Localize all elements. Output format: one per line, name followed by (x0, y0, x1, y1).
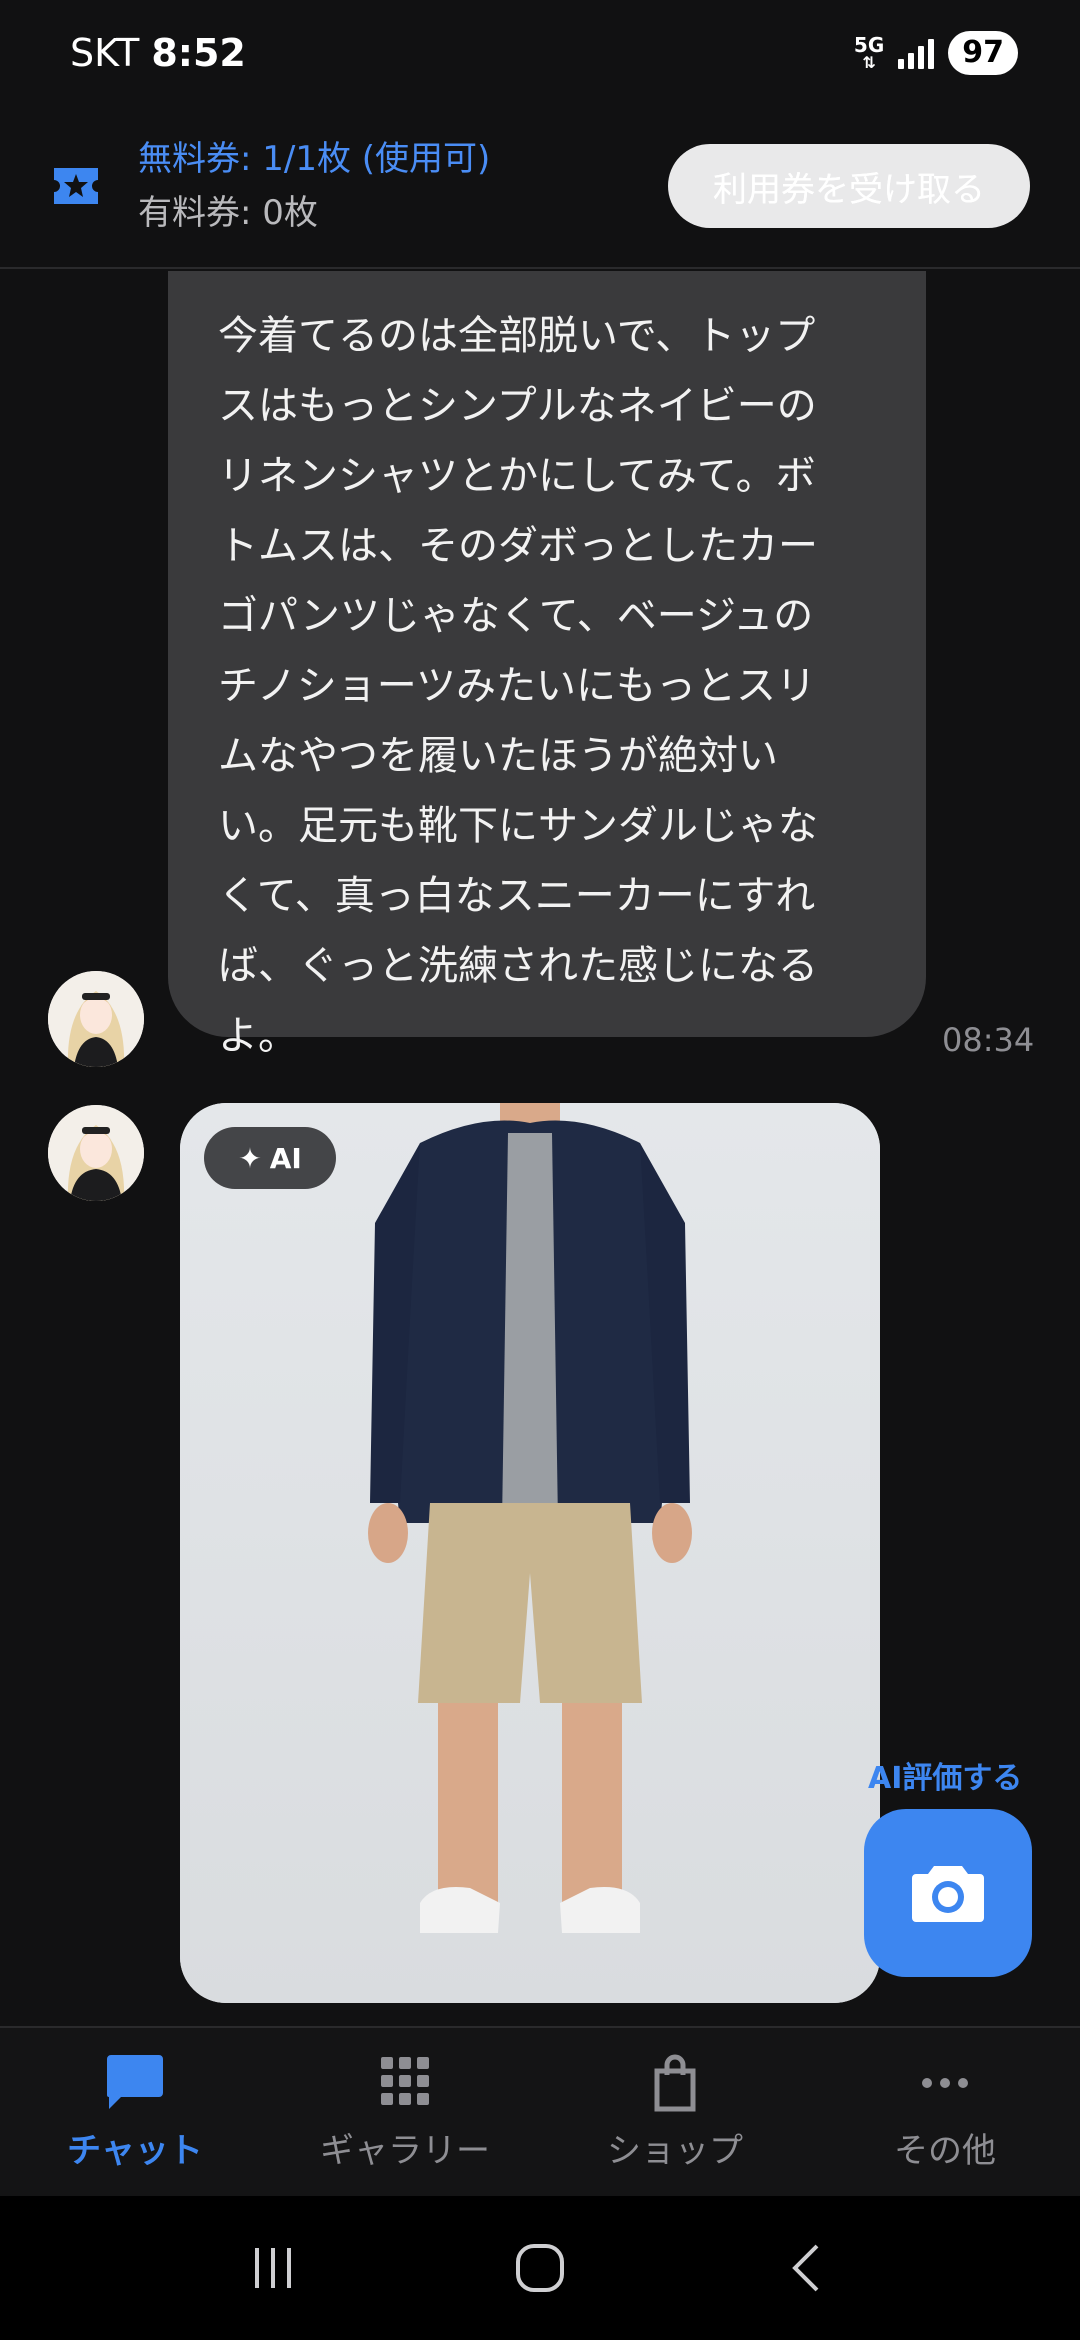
camera-button[interactable] (864, 1809, 1032, 1977)
outfit-illustration (180, 1103, 880, 2003)
bottom-navigation: チャット ギャラリー ショップ その他 (0, 2026, 1080, 2196)
more-dots-icon (922, 2077, 968, 2088)
nav-item-shop[interactable]: ショップ (540, 2028, 810, 2196)
chat-bubble-icon (107, 2054, 163, 2109)
camera-icon (912, 1866, 984, 1922)
app-screen: SKT 8:52 5G ⇅ 97 無料券: 1/1枚 (使用可) 有料券: 0枚… (0, 0, 1080, 2340)
nav-label-shop: ショップ (607, 2130, 743, 2171)
ai-badge-label: AI (269, 1141, 302, 1175)
clock: 8:52 (151, 30, 246, 75)
ticket-info: 無料券: 1/1枚 (使用可) 有料券: 0枚 (138, 132, 668, 240)
ai-evaluate-label[interactable]: AI評価する (868, 1753, 1022, 1797)
home-icon[interactable] (510, 2238, 570, 2298)
recent-apps-icon[interactable] (243, 2238, 303, 2298)
paid-ticket-label: 有料券: 0枚 (138, 193, 318, 233)
status-bar: SKT 8:52 5G ⇅ 97 (0, 0, 1080, 105)
status-right: 5G ⇅ 97 (853, 30, 1018, 75)
avatar-image (48, 1105, 144, 1201)
carrier-label: SKT (70, 30, 140, 75)
shopping-bag-icon (654, 2054, 696, 2111)
free-ticket-label: 無料券: 1/1枚 (使用可) (138, 139, 491, 179)
nav-item-gallery[interactable]: ギャラリー (270, 2028, 540, 2196)
message-bubble: 今着てるのは全部脱いで、トップ スはもっとシンプルなネイビーの リネンシャツとか… (168, 271, 926, 1059)
ticket-header: 無料券: 1/1枚 (使用可) 有料券: 0枚 利用券を受け取る (0, 105, 1080, 269)
nav-label-gallery: ギャラリー (320, 2130, 490, 2171)
avatar-image (48, 971, 144, 1067)
grid-icon (381, 2056, 429, 2105)
network-5g-icon: 5G ⇅ (853, 32, 885, 72)
nav-label-chat: チャット (67, 2130, 203, 2171)
nav-item-more[interactable]: その他 (810, 2028, 1080, 2196)
receive-ticket-button[interactable]: 利用券を受け取る (668, 144, 1030, 228)
status-left: SKT 8:52 (70, 31, 246, 75)
back-icon[interactable] (777, 2238, 837, 2298)
receive-ticket-label: 利用券を受け取る (713, 169, 985, 210)
message-text: 今着てるのは全部脱いで、トップ スはもっとシンプルなネイビーの リネンシャツとか… (218, 313, 818, 1059)
ai-generated-badge: ✦ AI (204, 1127, 336, 1189)
system-navigation-bar (0, 2196, 1080, 2340)
chat-area[interactable]: 今着てるのは全部脱いで、トップ スはもっとシンプルなネイビーの リネンシャツとか… (0, 271, 1080, 2026)
character-avatar[interactable] (48, 1105, 144, 1201)
signal-icon (898, 37, 935, 69)
nav-label-more: その他 (894, 2130, 996, 2171)
nav-item-chat[interactable]: チャット (0, 2028, 270, 2196)
battery-indicator: 97 (948, 30, 1018, 75)
sparkle-icon: ✦ (238, 1141, 262, 1175)
message-timestamp: 08:34 (942, 1021, 1035, 1059)
character-avatar[interactable] (48, 971, 144, 1067)
ticket-star-icon (54, 168, 98, 204)
generated-outfit-image[interactable]: ✦ AI (180, 1103, 880, 2003)
